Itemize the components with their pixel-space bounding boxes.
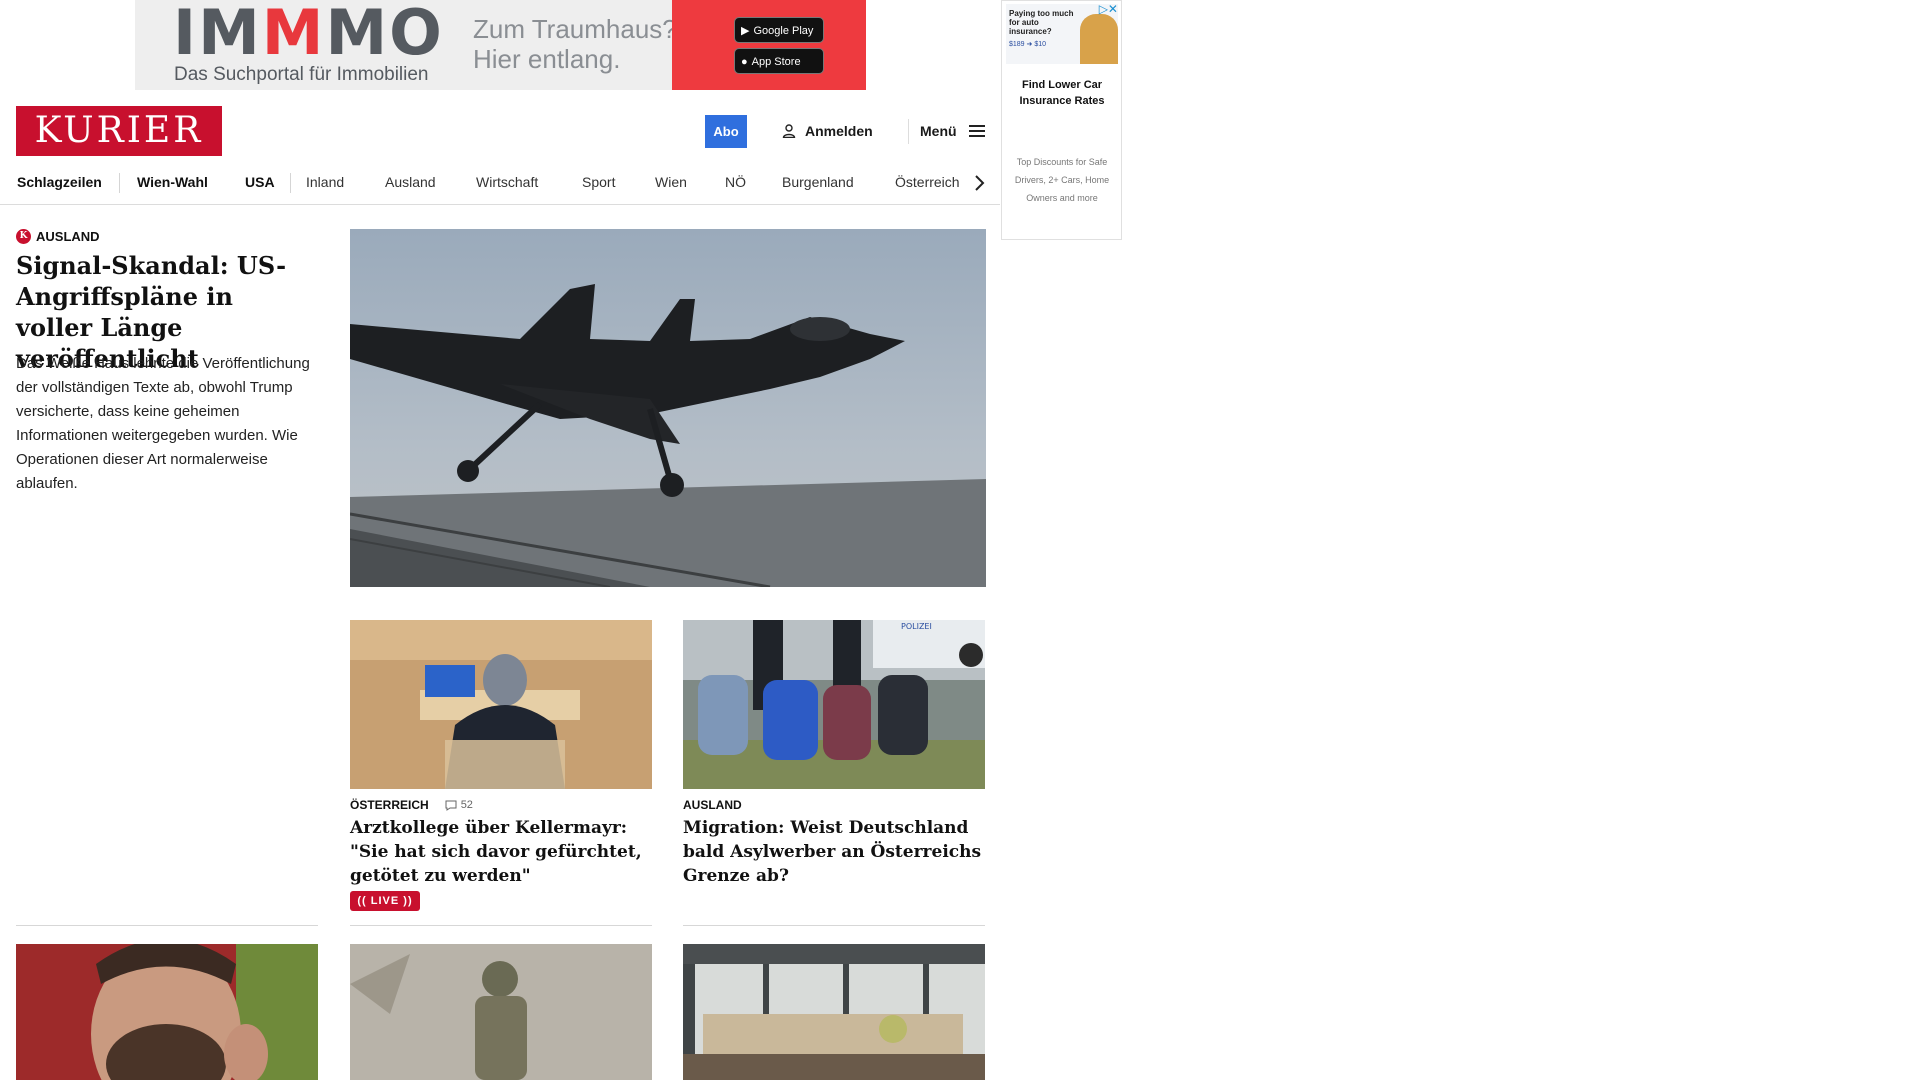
cafe-image (683, 944, 985, 1080)
side-ad-description: Top Discounts for Safe Drivers, 2+ Cars,… (1014, 157, 1110, 203)
section-nav: Schlagzeilen Wien-Wahl USA Inland Auslan… (0, 166, 1000, 205)
teaser-image-courtroom[interactable] (350, 620, 652, 789)
teaser-image-border-police[interactable]: POLIZEI (683, 620, 985, 789)
play-icon: ▶ (741, 25, 750, 37)
google-play-button[interactable]: ▶ Google Play (734, 17, 824, 43)
border-police-image: POLIZEI (683, 620, 985, 789)
nav-item-usa[interactable]: USA (245, 169, 275, 195)
side-ad-person (1080, 14, 1118, 64)
live-badge[interactable]: (( LIVE )) (350, 891, 420, 911)
section-divider (683, 925, 985, 926)
top-banner-ad[interactable]: IMMMO Das Suchportal für Immobilien Zum … (135, 0, 866, 90)
nav-item-wirtschaft[interactable]: Wirtschaft (476, 169, 538, 195)
adchoices-icon[interactable]: ▷✕ (1099, 2, 1118, 16)
teaser-image-soldier[interactable] (350, 944, 652, 1080)
fighter-jet-image (350, 229, 986, 587)
google-play-label: Google Play (753, 25, 814, 37)
polizei-text: POLIZEI (901, 622, 932, 631)
comment-count[interactable]: 52 (445, 799, 473, 811)
teaser1-kicker[interactable]: ÖSTERREICH 52 (350, 798, 473, 812)
ad-brand-logo: IMMMO (173, 0, 444, 69)
section-divider (350, 925, 652, 926)
chevron-right-icon[interactable] (970, 171, 990, 195)
side-ad-headline: Find Lower Car Insurance Rates (1019, 79, 1105, 107)
teaser-image-footballer[interactable] (16, 944, 318, 1080)
footballer-image (16, 944, 318, 1080)
nav-item-ausland[interactable]: Ausland (385, 169, 436, 195)
comment-icon (445, 800, 457, 811)
kurier-logo[interactable]: KURIER (16, 106, 222, 156)
user-icon (782, 124, 796, 138)
apple-icon: ● (741, 56, 748, 68)
teaser2-title[interactable]: Migration: Weist Deutschland bald Asylwe… (683, 816, 985, 888)
comment-count-label: 52 (460, 799, 473, 811)
lead-kicker[interactable]: K AUSLAND (16, 229, 100, 244)
nav-divider (119, 173, 120, 193)
teaser-image-cafe[interactable] (683, 944, 985, 1080)
nav-divider (290, 173, 291, 193)
nav-item-noe[interactable]: NÖ (725, 169, 746, 195)
side-ad-image-text: Paying too much for auto insurance? (1009, 9, 1074, 36)
teaser1-kicker-label: ÖSTERREICH (350, 798, 429, 812)
ad-red-panel: ▶ Google Play ● App Store (672, 0, 866, 90)
teaser1-title[interactable]: Arztkollege über Kellermayr: "Sie hat si… (350, 816, 652, 888)
soldier-image (350, 944, 652, 1080)
nav-item-oesterreich[interactable]: Österreich (895, 169, 960, 195)
app-store-label: App Store (751, 56, 801, 68)
lead-text: Das Weiße Haus lehnte die Veröffentlichu… (16, 355, 310, 492)
nav-item-burgenland[interactable]: Burgenland (782, 169, 854, 195)
menu-label: Menü (920, 123, 957, 139)
ad-slogan-line2: Hier entlang. (473, 44, 621, 74)
lead-image-fighter-jet[interactable] (350, 229, 986, 587)
ad-tagline: Das Suchportal für Immobilien (174, 64, 429, 85)
header-divider (908, 119, 909, 144)
menu-button[interactable]: Menü (920, 121, 985, 141)
section-divider (16, 925, 318, 926)
ad-slogan: Zum Traumhaus? Hier entlang. (473, 14, 677, 74)
login-button[interactable]: Anmelden (782, 121, 873, 141)
hamburger-icon (968, 125, 985, 137)
courtroom-image (350, 620, 652, 789)
nav-item-inland[interactable]: Inland (306, 169, 344, 195)
ad-slogan-line1: Zum Traumhaus? (473, 14, 677, 44)
side-ad[interactable]: Paying too much for auto insurance? $189… (1001, 0, 1122, 240)
login-label: Anmelden (805, 123, 873, 139)
nav-item-sport[interactable]: Sport (582, 169, 615, 195)
side-ad-price: $189 ➜ $10 (1009, 41, 1047, 48)
live-label: LIVE (370, 895, 400, 907)
kurier-k-icon: K (16, 229, 31, 244)
nav-item-schlagzeilen[interactable]: Schlagzeilen (17, 169, 102, 195)
app-store-button[interactable]: ● App Store (734, 48, 824, 74)
teaser2-kicker[interactable]: AUSLAND (683, 798, 742, 812)
lead-kicker-label: AUSLAND (36, 229, 100, 244)
nav-item-wien-wahl[interactable]: Wien-Wahl (137, 169, 208, 195)
abo-button[interactable]: Abo (705, 115, 747, 148)
nav-item-wien[interactable]: Wien (655, 169, 687, 195)
